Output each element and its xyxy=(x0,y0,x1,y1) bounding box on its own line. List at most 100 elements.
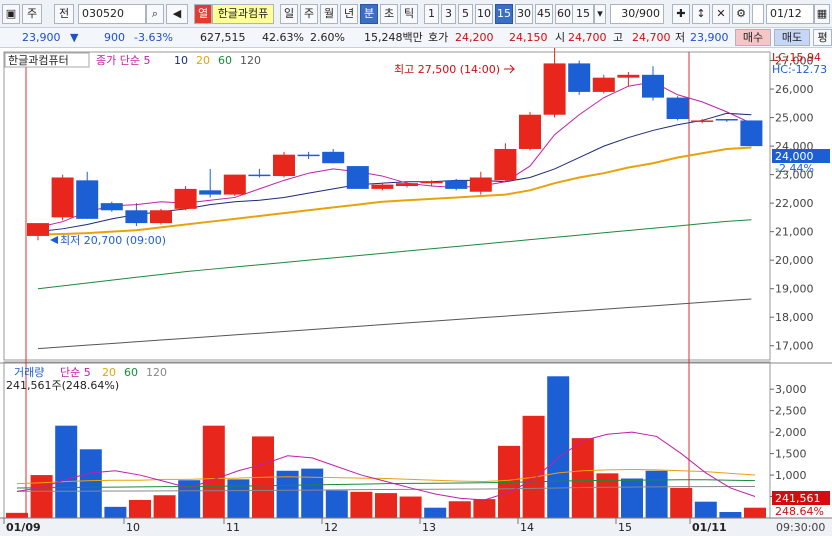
interval-tab-1[interactable]: 3 xyxy=(441,4,456,24)
turnover-percent: 2.60% xyxy=(310,31,345,44)
buy-button[interactable]: 매수 xyxy=(735,29,771,46)
volume-bar xyxy=(571,438,594,518)
period-tab-6[interactable]: 틱 xyxy=(400,4,418,24)
candle-body xyxy=(396,183,418,187)
candle-body xyxy=(100,203,123,211)
zoom-icon[interactable]: ✚ xyxy=(672,4,690,24)
candle-body xyxy=(666,97,689,120)
open-label: 시 xyxy=(555,31,566,44)
price-legend-item: 120 xyxy=(240,54,261,67)
volume: 627,515 xyxy=(200,31,246,44)
settings-icon[interactable]: ⚙ xyxy=(732,4,750,24)
bid2: 24,150 xyxy=(509,31,548,44)
date-input[interactable]: 01/12 xyxy=(766,4,814,24)
x-tick-label: 10 xyxy=(126,521,140,534)
candle-body xyxy=(494,148,517,181)
low-label: 저 xyxy=(675,31,686,44)
period-tab-1[interactable]: 주 xyxy=(300,4,318,24)
last-volume-pct-label: 248.64% xyxy=(775,505,824,518)
price-ma120-line xyxy=(37,298,752,350)
stock-code-input[interactable]: 030520 xyxy=(78,4,146,24)
period-tab-4[interactable]: 분 xyxy=(360,4,378,24)
quote-bar: 23,900 ▼ 900 -3.63% 627,515 42.63% 2.60%… xyxy=(0,28,832,48)
x-axis-time: 09:30:00 xyxy=(776,521,825,534)
interval-tab-2[interactable]: 5 xyxy=(458,4,473,24)
candle-body xyxy=(223,174,246,195)
volume-bar xyxy=(719,511,742,518)
interval-tab-7[interactable]: 60 xyxy=(555,4,573,24)
candle-body xyxy=(371,184,394,189)
price-ma5-line xyxy=(37,81,752,228)
volume-bar xyxy=(202,425,225,518)
low-arrow-icon xyxy=(50,236,58,244)
volume-ratio: 42.63% xyxy=(262,31,304,44)
candle-body xyxy=(248,174,271,177)
bid1: 24,200 xyxy=(455,31,494,44)
volume-legend-item: 20 xyxy=(102,366,116,379)
candle-body xyxy=(568,63,591,92)
price-tick-label: 19,000 xyxy=(775,283,814,296)
candle-body xyxy=(592,77,615,92)
candle-body xyxy=(125,210,148,224)
price-legend-item: 20 xyxy=(196,54,210,67)
interval-tab-3[interactable]: 10 xyxy=(475,4,493,24)
low-annotation: 최저 20,700 (09:00) xyxy=(60,234,166,247)
volume-bar xyxy=(350,491,373,518)
interval-tab-6[interactable]: 45 xyxy=(535,4,553,24)
period-tab-2[interactable]: 월 xyxy=(320,4,338,24)
ruler-icon[interactable]: ↕ xyxy=(692,4,710,24)
candle-body xyxy=(273,154,295,177)
candle-body xyxy=(715,119,738,121)
market-select[interactable]: 주 xyxy=(22,4,42,24)
interval-dropdown-icon[interactable]: ▾ xyxy=(594,4,606,24)
hc-label: HC:-12.73 xyxy=(772,63,827,76)
period-tab-0[interactable]: 일 xyxy=(280,4,298,24)
last-volume-label: 241,561 xyxy=(775,492,821,505)
eval-button[interactable]: 평 xyxy=(813,29,832,46)
sell-button[interactable]: 매도 xyxy=(774,29,810,46)
name-badge[interactable]: 열 xyxy=(194,4,212,24)
volume-bar xyxy=(547,376,570,518)
x-tick-label: 13 xyxy=(422,521,436,534)
candle-body xyxy=(150,210,172,224)
volume-tick-label: 2,000 xyxy=(775,426,807,439)
period-tab-3[interactable]: 년 xyxy=(340,4,358,24)
candle-body xyxy=(543,63,566,115)
interval-tab-0[interactable]: 1 xyxy=(424,4,439,24)
open-price: 24,700 xyxy=(568,31,607,44)
search-icon[interactable]: ⌕ xyxy=(146,4,164,24)
candle-body xyxy=(297,154,320,157)
speaker-icon[interactable]: ◀ xyxy=(166,4,188,24)
change-percent: -3.63% xyxy=(134,31,173,44)
volume-bar xyxy=(522,415,545,518)
candle-body xyxy=(346,166,369,189)
price-legend-item: 10 xyxy=(174,54,188,67)
volume-legend-item: 120 xyxy=(146,366,167,379)
volume-tick-label: 1,000 xyxy=(775,469,807,482)
candle-body xyxy=(27,223,49,236)
volume-tick-label: 3,000 xyxy=(775,383,807,396)
layout-icon[interactable]: ▣ xyxy=(2,4,20,24)
candle-body xyxy=(174,188,197,209)
count-input[interactable]: 30/900 xyxy=(610,4,664,24)
market-type-select[interactable]: 전 xyxy=(54,4,74,24)
volume-bar xyxy=(375,493,397,518)
interval-select[interactable]: 15 xyxy=(572,4,594,24)
interval-tab-4[interactable]: 15 xyxy=(495,4,513,24)
chart-area: 17,00018,00019,00020,00021,00022,00023,0… xyxy=(0,48,832,536)
high-annotation: 최고 27,500 (14:00) xyxy=(394,63,500,76)
candle-body xyxy=(469,177,492,192)
price-legend-item: 종가 단순 5 xyxy=(96,54,150,67)
low-price: 23,900 xyxy=(690,31,729,44)
candle-body xyxy=(691,120,714,122)
date-checkbox[interactable] xyxy=(752,4,764,24)
price-tick-label: 18,000 xyxy=(775,311,814,324)
volume-bar xyxy=(744,507,766,518)
volume-legend-item: 단순 5 xyxy=(60,366,91,379)
interval-tab-5[interactable]: 30 xyxy=(515,4,533,24)
volume-bar xyxy=(399,496,422,518)
calendar-icon[interactable]: ▦ xyxy=(814,4,830,24)
crosshair-icon[interactable]: ✕ xyxy=(712,4,730,24)
period-tab-5[interactable]: 초 xyxy=(380,4,398,24)
volume-bar xyxy=(227,479,250,518)
